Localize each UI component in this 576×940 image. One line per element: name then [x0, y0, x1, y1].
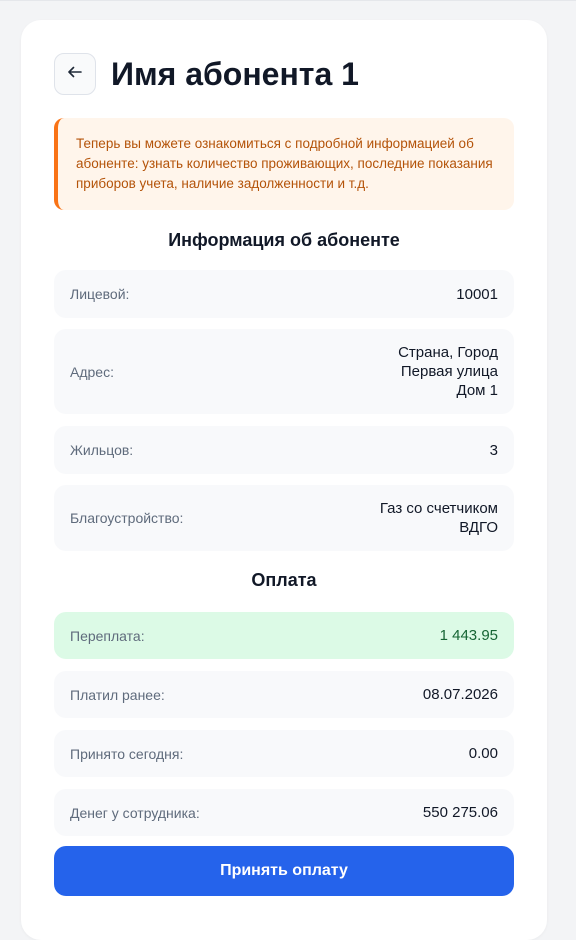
accepted-today-label: Принято сегодня:: [70, 745, 184, 762]
subscriber-card: Имя абонента 1 Теперь вы можете ознакоми…: [21, 20, 547, 940]
accept-payment-button[interactable]: Принять оплату: [54, 846, 514, 896]
overpayment-label: Переплата:: [70, 627, 145, 644]
payment-section-title: Оплата: [251, 570, 317, 590]
residents-row: Жильцов: 3: [54, 426, 514, 474]
back-button[interactable]: [54, 53, 96, 95]
top-divider: [0, 0, 576, 1]
arrow-left-icon: [68, 65, 82, 83]
amenities-line: Газ со счетчиком: [379, 500, 498, 517]
info-notice: Теперь вы можете ознакомиться с подробно…: [54, 118, 514, 210]
info-section-title: Информация об абоненте: [168, 230, 400, 250]
overpayment-value: 1 443.95: [439, 627, 498, 644]
amenities-line: ВДГО: [459, 519, 498, 536]
overpayment-row: Переплата: 1 443.95: [54, 612, 514, 659]
address-line: Дом 1: [456, 382, 499, 399]
account-row: Лицевой: 10001: [54, 270, 514, 318]
amenities-row: Благоустройство: Газ со счетчиком ВДГО: [54, 485, 514, 551]
amenities-label: Благоустройство:: [70, 510, 184, 526]
address-label: Адрес:: [70, 363, 114, 380]
employee-money-row: Денег у сотрудника: 550 275.06: [54, 789, 514, 836]
paid-before-label: Платил ранее:: [70, 686, 165, 703]
paid-before-value: 08.07.2026: [422, 686, 498, 703]
accepted-today-value: 0.00: [468, 745, 498, 762]
account-label: Лицевой:: [70, 286, 130, 302]
address-row: Адрес: Страна, Город Первая улица Дом 1: [54, 329, 514, 414]
residents-label: Жильцов:: [70, 442, 134, 458]
residents-value: 3: [489, 441, 498, 459]
accepted-today-row: Принято сегодня: 0.00: [54, 730, 514, 777]
employee-money-label: Денег у сотрудника:: [70, 804, 200, 821]
account-value: 10001: [456, 285, 498, 303]
employee-money-value: 550 275.06: [422, 804, 498, 821]
address-line: Страна, Город: [398, 344, 498, 361]
notice-text: Теперь вы можете ознакомиться с подробно…: [76, 136, 493, 191]
address-value: Страна, Город Первая улица Дом 1: [398, 343, 498, 400]
amenities-value: Газ со счетчиком ВДГО: [380, 499, 498, 537]
paid-before-row: Платил ранее: 08.07.2026: [54, 671, 514, 718]
address-line: Первая улица: [400, 363, 498, 380]
page-title: Имя абонента 1: [111, 56, 359, 92]
